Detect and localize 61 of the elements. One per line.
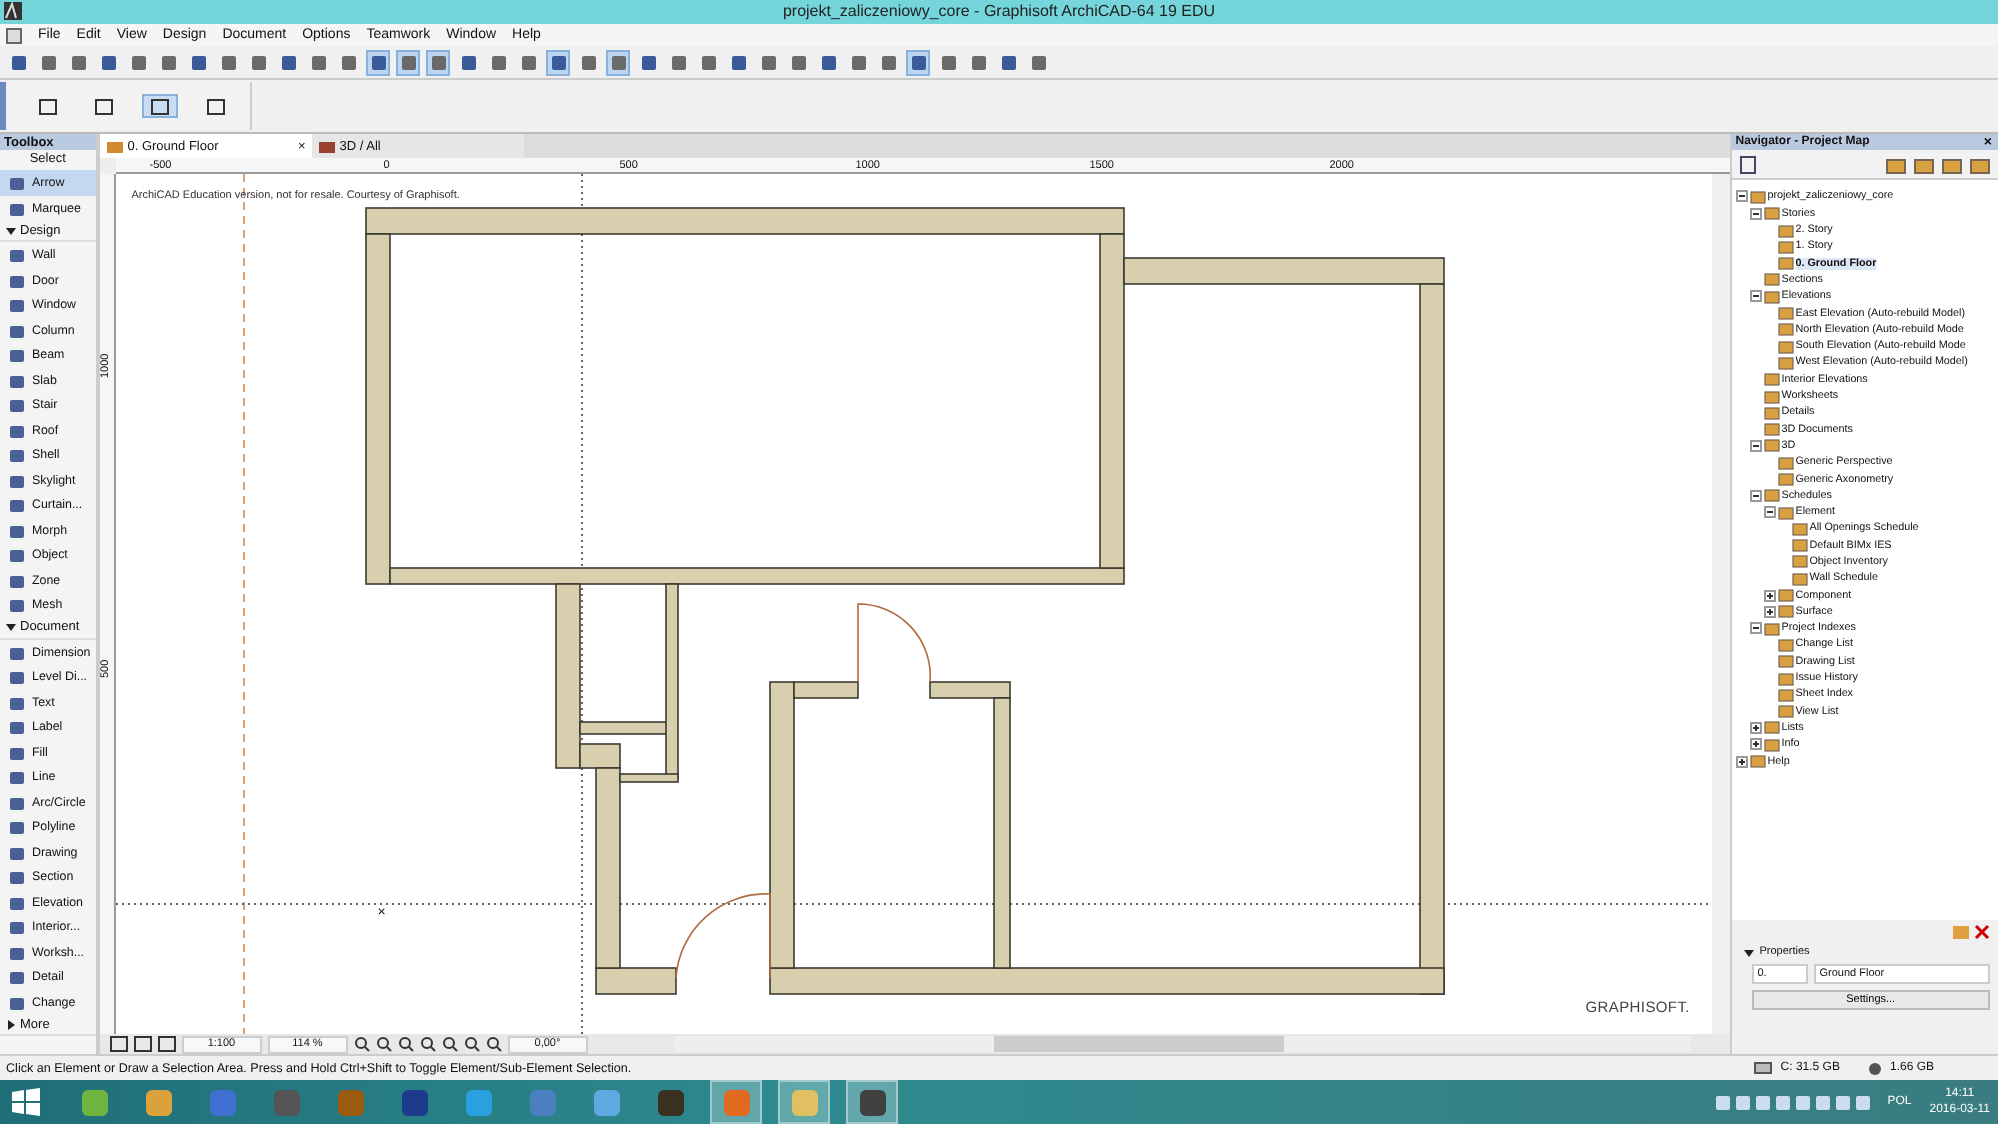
start-icon[interactable] xyxy=(12,1088,40,1117)
zoom-icon[interactable] xyxy=(419,1036,436,1053)
taskbar-app[interactable] xyxy=(846,1080,898,1124)
expand-toggle-icon[interactable] xyxy=(1763,605,1776,618)
square-icon xyxy=(150,97,170,116)
app-icon xyxy=(4,2,22,21)
zoom-icon[interactable] xyxy=(397,1036,414,1053)
expand-toggle-icon[interactable] xyxy=(1735,755,1748,768)
app-icon xyxy=(791,1089,817,1116)
disclosure-triangle-icon xyxy=(6,1019,16,1030)
toolbar-button[interactable] xyxy=(426,49,450,76)
disclosure-triangle-icon xyxy=(1743,947,1754,958)
app-icon xyxy=(337,1089,363,1116)
expand-toggle-icon[interactable] xyxy=(1735,190,1748,203)
zoom-icon[interactable] xyxy=(441,1036,458,1053)
zoom-icon[interactable] xyxy=(463,1036,480,1053)
app-icon xyxy=(273,1089,299,1116)
zoom-icon[interactable] xyxy=(485,1036,502,1053)
expand-toggle-icon[interactable] xyxy=(1749,622,1762,635)
toolbar-button[interactable] xyxy=(606,49,630,76)
expand-toggle-icon[interactable] xyxy=(1749,207,1762,220)
expand-toggle-icon[interactable] xyxy=(1749,290,1762,303)
toolbar-button[interactable] xyxy=(366,49,390,76)
expand-toggle-icon[interactable] xyxy=(1749,489,1762,502)
expand-toggle-icon[interactable] xyxy=(1763,589,1776,602)
app-icon xyxy=(723,1089,749,1116)
toolbar-button[interactable] xyxy=(906,49,930,76)
app-icon xyxy=(859,1089,885,1116)
document-icon xyxy=(6,27,22,44)
door-swing xyxy=(674,893,771,980)
publish-icon[interactable] xyxy=(1739,155,1760,174)
delete-icon[interactable] xyxy=(1974,924,1990,941)
app-icon xyxy=(209,1089,235,1116)
app-icon xyxy=(145,1089,171,1116)
square-icon xyxy=(94,97,114,116)
app-icon xyxy=(465,1089,491,1116)
app-icon xyxy=(657,1089,683,1116)
square-icon xyxy=(206,97,226,116)
toolbar-button[interactable] xyxy=(396,49,420,76)
expand-toggle-icon[interactable] xyxy=(1749,738,1762,751)
memory-icon xyxy=(1867,1061,1882,1076)
vertical-scrollbar[interactable] xyxy=(1711,174,1730,1035)
app-icon xyxy=(593,1089,619,1116)
window-title: projekt_zaliczeniowy_core - Graphisoft ArchiCAD-64 19 EDU xyxy=(780,2,1218,21)
zoom-icon[interactable] xyxy=(353,1036,370,1053)
horizontal-scrollbar[interactable] xyxy=(673,1036,1690,1053)
app-icon xyxy=(529,1089,555,1116)
door-swing xyxy=(856,603,931,684)
app-icon xyxy=(81,1089,107,1116)
expand-toggle-icon[interactable] xyxy=(1749,721,1762,734)
view-icon xyxy=(317,139,336,154)
expand-toggle-icon[interactable] xyxy=(1749,439,1762,452)
disclosure-triangle-icon xyxy=(6,622,16,633)
square-icon xyxy=(38,97,58,116)
toolbar-button[interactable] xyxy=(546,49,570,76)
view-icon xyxy=(105,139,124,154)
app-icon xyxy=(401,1089,427,1116)
zoom-icon[interactable] xyxy=(375,1036,392,1053)
disclosure-triangle-icon xyxy=(6,225,16,236)
palette-button[interactable] xyxy=(142,94,178,119)
expand-toggle-icon[interactable] xyxy=(1763,506,1776,519)
